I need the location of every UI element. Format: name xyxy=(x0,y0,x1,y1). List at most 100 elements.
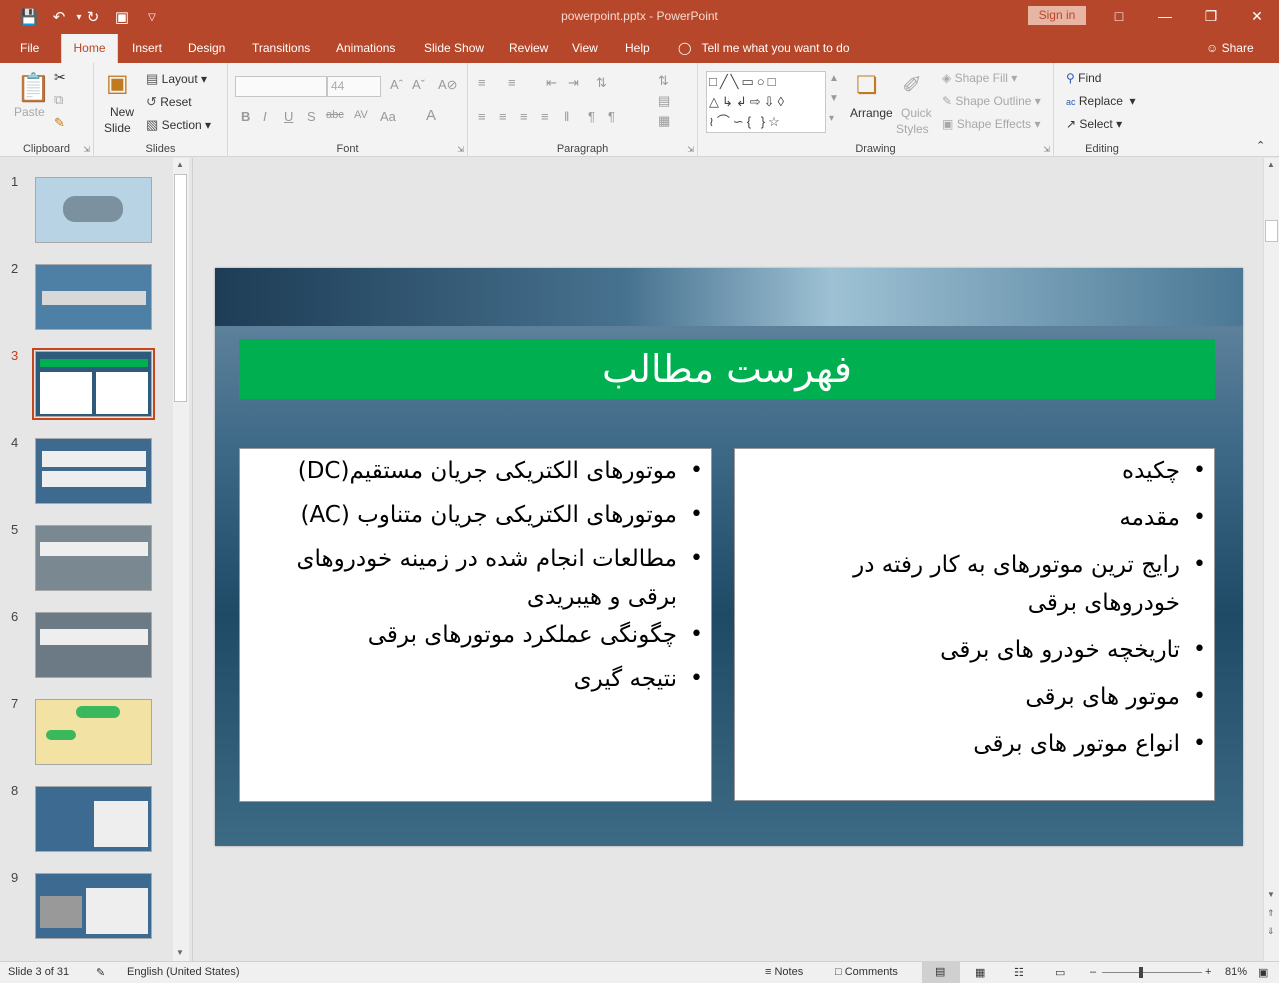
ribbon-display-icon[interactable]: □ xyxy=(1104,5,1134,27)
shadow-icon[interactable]: S xyxy=(307,109,316,124)
slide-thumbnail-7[interactable] xyxy=(35,699,152,765)
new-slide-icon[interactable]: ▣ xyxy=(106,69,129,98)
shrink-font-icon[interactable]: Aˇ xyxy=(412,77,425,92)
text-direction-icon[interactable]: ⇅ xyxy=(658,73,669,89)
zoom-slider-thumb[interactable] xyxy=(1139,967,1143,978)
arrange-button[interactable]: Arrange xyxy=(850,106,893,120)
shapes-scroll-up-icon[interactable]: ▲ xyxy=(829,73,839,84)
tab-animations[interactable]: Animations xyxy=(336,34,395,63)
tab-transitions[interactable]: Transitions xyxy=(252,34,310,63)
increase-indent-icon[interactable]: ⇥ xyxy=(568,75,579,91)
underline-icon[interactable]: U xyxy=(284,109,293,124)
drawing-launcher-icon[interactable]: ⇲ xyxy=(1043,145,1050,154)
share-button[interactable]: ☺ Share xyxy=(1206,34,1254,63)
align-right-icon[interactable]: ≡ xyxy=(520,109,528,124)
italic-icon[interactable]: I xyxy=(263,109,267,124)
zoom-out-icon[interactable]: – xyxy=(1090,966,1096,978)
sign-in-button[interactable]: Sign in xyxy=(1028,6,1086,25)
tab-slide-show[interactable]: Slide Show xyxy=(424,34,484,63)
shapes-gallery[interactable]: □╱╲▭○□ △↳↲⇨⇩◊ ≀⌒∽{ }☆ xyxy=(706,71,826,133)
tab-review[interactable]: Review xyxy=(509,34,548,63)
shape-fill-button[interactable]: ◈ Shape Fill ▾ xyxy=(942,71,1017,85)
reset-button[interactable]: ↺ Reset xyxy=(146,94,192,110)
bold-icon[interactable]: B xyxy=(241,109,250,124)
slide-thumbnail-3[interactable] xyxy=(32,348,155,420)
right-content-placeholder[interactable]: چکیده مقدمه رایج ترین موتورهای به کار رف… xyxy=(734,448,1215,801)
slide-show-icon[interactable]: ▭ xyxy=(1055,966,1065,979)
arrange-icon[interactable]: ❏ xyxy=(856,71,878,100)
collapse-ribbon-icon[interactable]: ⌃ xyxy=(1256,139,1265,152)
bullets-icon[interactable]: ≡ xyxy=(478,75,486,90)
zoom-in-icon[interactable]: + xyxy=(1205,966,1211,978)
line-spacing-icon[interactable]: ⇅ xyxy=(596,75,607,91)
fit-to-window-icon[interactable]: ▣ xyxy=(1258,966,1268,979)
scroll-up-icon[interactable]: ▲ xyxy=(176,160,184,169)
spell-check-icon[interactable]: ✎ xyxy=(96,966,105,979)
shape-effects-button[interactable]: ▣ Shape Effects ▾ xyxy=(942,117,1041,131)
close-icon[interactable]: ✕ xyxy=(1242,5,1272,27)
paragraph-launcher-icon[interactable]: ⇲ xyxy=(687,145,694,154)
slide-thumbnail-5[interactable] xyxy=(35,525,152,591)
grow-font-icon[interactable]: Aˆ xyxy=(390,77,403,92)
justify-icon[interactable]: ≡ xyxy=(541,109,549,124)
paste-icon[interactable]: 📋 xyxy=(16,71,51,104)
align-left-icon[interactable]: ≡ xyxy=(478,109,486,124)
smartart-icon[interactable]: ▦ xyxy=(658,113,670,129)
slide-thumbnail-2[interactable] xyxy=(35,264,152,330)
ltr-icon[interactable]: ¶ xyxy=(608,109,615,124)
align-center-icon[interactable]: ≡ xyxy=(499,109,507,124)
scroll-down-icon[interactable]: ▼ xyxy=(176,948,184,957)
previous-slide-icon[interactable]: ⇑ xyxy=(1267,908,1275,919)
strikethrough-icon[interactable]: abc xyxy=(326,109,344,121)
tab-insert[interactable]: Insert xyxy=(132,34,162,63)
decrease-indent-icon[interactable]: ⇤ xyxy=(546,75,557,91)
slide-sorter-icon[interactable]: ▦ xyxy=(975,966,985,979)
quick-styles-label-1[interactable]: Quick xyxy=(901,106,932,120)
tab-home[interactable]: Home xyxy=(61,34,118,63)
slide-title-placeholder[interactable]: فهرست مطالب xyxy=(239,339,1215,399)
shapes-scroll-down-icon[interactable]: ▼ xyxy=(829,93,839,104)
paste-button[interactable]: Paste xyxy=(14,105,45,119)
reading-view-icon[interactable]: ☷ xyxy=(1014,966,1024,979)
font-color-icon[interactable]: A xyxy=(426,107,436,124)
slide-thumbnail-4[interactable] xyxy=(35,438,152,504)
font-launcher-icon[interactable]: ⇲ xyxy=(457,145,464,154)
new-slide-label[interactable]: New xyxy=(110,105,134,119)
numbering-icon[interactable]: ≡ xyxy=(508,75,516,90)
quick-styles-label-2[interactable]: Styles xyxy=(896,122,929,136)
tell-me-search[interactable]: ◯ Tell me what you want to do xyxy=(678,34,850,63)
clipboard-launcher-icon[interactable]: ⇲ xyxy=(83,145,90,154)
shape-outline-button[interactable]: ✎ Shape Outline ▾ xyxy=(942,94,1041,108)
slide-thumbnail-6[interactable] xyxy=(35,612,152,678)
copy-icon[interactable]: ⧉ xyxy=(54,92,63,108)
font-name-combo[interactable] xyxy=(235,76,327,97)
tab-view[interactable]: View xyxy=(572,34,598,63)
scroll-up-icon[interactable]: ▲ xyxy=(1267,160,1275,169)
spacing-icon[interactable]: AV xyxy=(354,109,368,121)
restore-icon[interactable]: ❐ xyxy=(1196,5,1226,27)
tab-file[interactable]: File xyxy=(20,34,39,63)
change-case-icon[interactable]: Aa xyxy=(380,109,396,124)
find-button[interactable]: ⚲ Find xyxy=(1066,71,1101,85)
layout-button[interactable]: ▤ Layout ▾ xyxy=(146,71,207,87)
slide-canvas[interactable]: فهرست مطالب چکیده مقدمه رایج ترین موتوره… xyxy=(215,268,1243,846)
font-size-combo[interactable]: 44 xyxy=(327,76,381,97)
clear-formatting-icon[interactable]: A⊘ xyxy=(438,77,458,93)
slide-thumbnail-8[interactable] xyxy=(35,786,152,852)
slide-thumbnail-1[interactable] xyxy=(35,177,152,243)
scroll-thumb[interactable] xyxy=(174,174,187,402)
scroll-thumb[interactable] xyxy=(1265,220,1278,242)
replace-button[interactable]: ac Replace ▾ xyxy=(1066,94,1136,108)
columns-icon[interactable]: ‖ xyxy=(564,109,569,124)
editor-scrollbar[interactable]: ▲ ▼ ⇑ ⇓ xyxy=(1263,158,1279,961)
cut-icon[interactable]: ✂ xyxy=(54,69,66,86)
tab-design[interactable]: Design xyxy=(188,34,225,63)
tab-help[interactable]: Help xyxy=(625,34,650,63)
quick-styles-icon[interactable]: ✐ xyxy=(902,71,922,100)
align-text-icon[interactable]: ▤ xyxy=(658,93,670,109)
rtl-icon[interactable]: ¶ xyxy=(588,109,595,124)
left-content-placeholder[interactable]: موتورهای الکتریکی جریان مستقیم(DC) موتور… xyxy=(239,448,712,802)
normal-view-button[interactable]: ▤ xyxy=(922,962,960,983)
next-slide-icon[interactable]: ⇓ xyxy=(1267,926,1275,937)
language-indicator[interactable]: English (United States) xyxy=(127,966,240,978)
